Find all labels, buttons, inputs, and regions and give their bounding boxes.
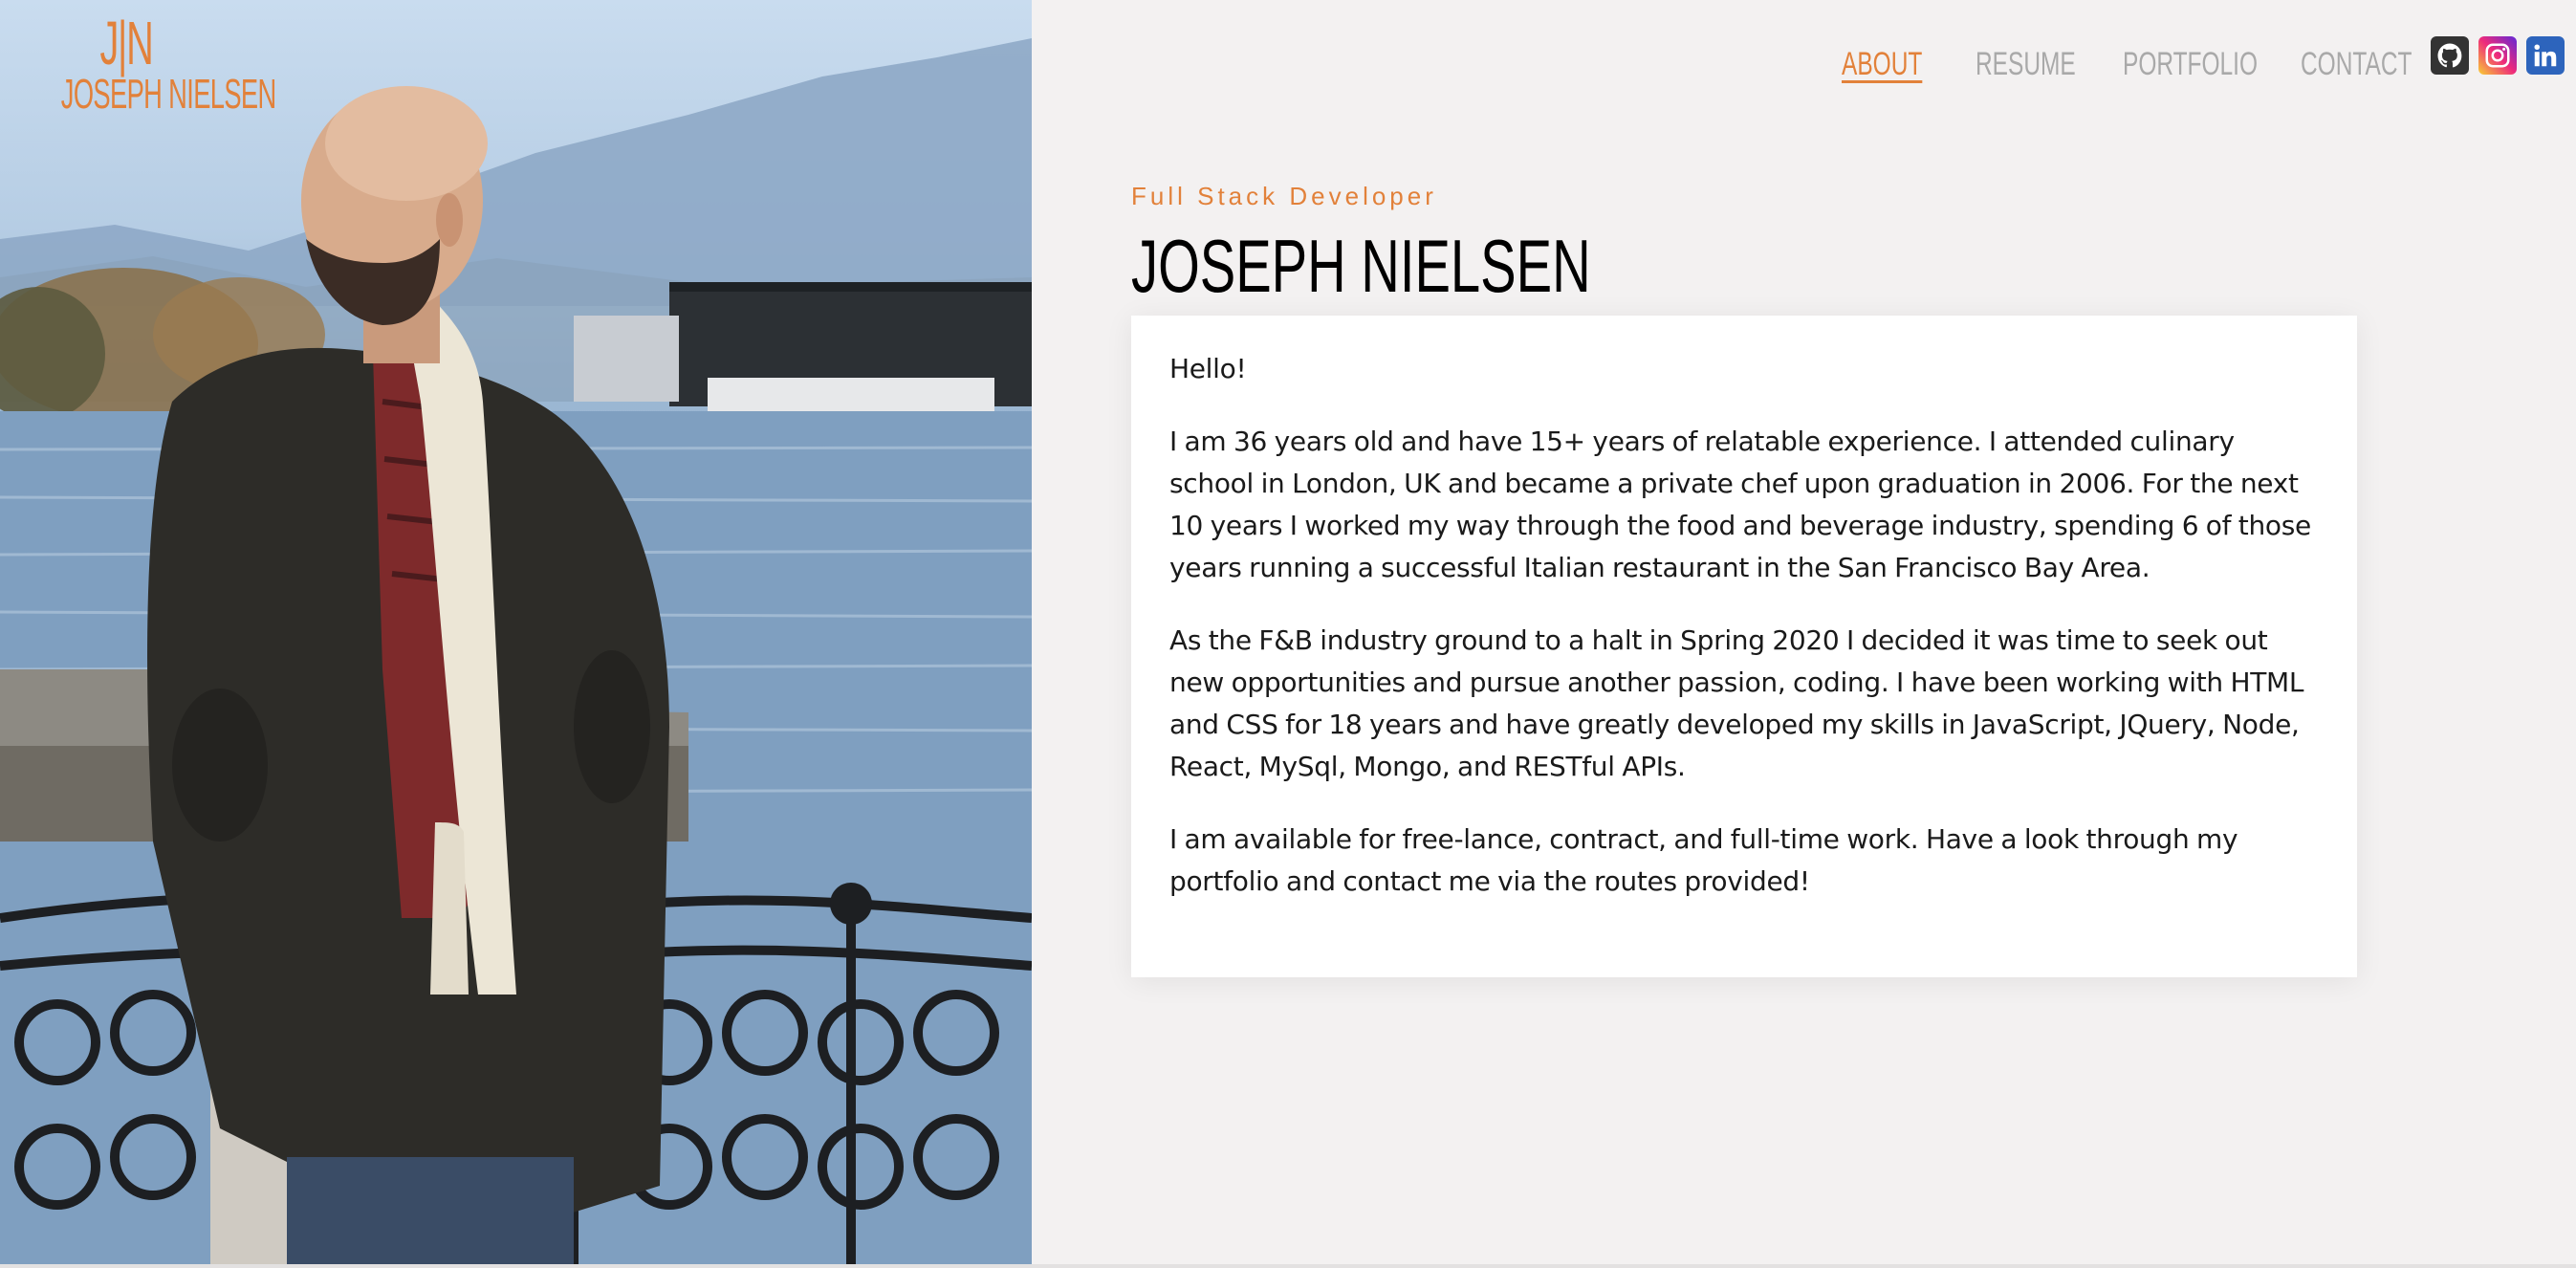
footer-divider [0,1264,2576,1268]
brand-monogram: J|N [99,9,153,77]
lakeside-portrait-image [0,38,1032,1264]
nav-link-portfolio[interactable]: PORTFOLIO [2123,46,2258,83]
page-title: JOSEPH NIELSEN [1131,224,1591,308]
profile-photo: J|N JOSEPH NIELSEN [0,0,1032,1264]
about-paragraph-experience: I am 36 years old and have 15+ years of … [1169,426,2311,583]
instagram-icon[interactable] [2478,36,2517,75]
brand-logo[interactable]: J|N JOSEPH NIELSEN [21,9,276,118]
about-greeting: Hello! [1169,353,1247,384]
about-card: Hello! I am 36 years old and have 15+ ye… [1131,316,2357,977]
github-icon[interactable] [2431,36,2469,75]
about-paragraph-availability: I am available for free-lance, contract,… [1169,823,2238,897]
social-links [2431,36,2565,75]
job-title: Full Stack Developer [1131,182,1437,210]
linkedin-icon[interactable] [2526,36,2565,75]
brand-name: JOSEPH NIELSEN [60,71,276,118]
nav-link-contact[interactable]: CONTACT [2301,46,2412,83]
about-paragraph-coding: As the F&B industry ground to a halt in … [1169,624,2304,782]
nav-link-resume[interactable]: RESUME [1976,46,2076,83]
about-page: J|N JOSEPH NIELSEN ABOUT RESUME PORTFOLI… [0,0,2576,1268]
nav-link-about[interactable]: ABOUT [1842,46,1922,83]
